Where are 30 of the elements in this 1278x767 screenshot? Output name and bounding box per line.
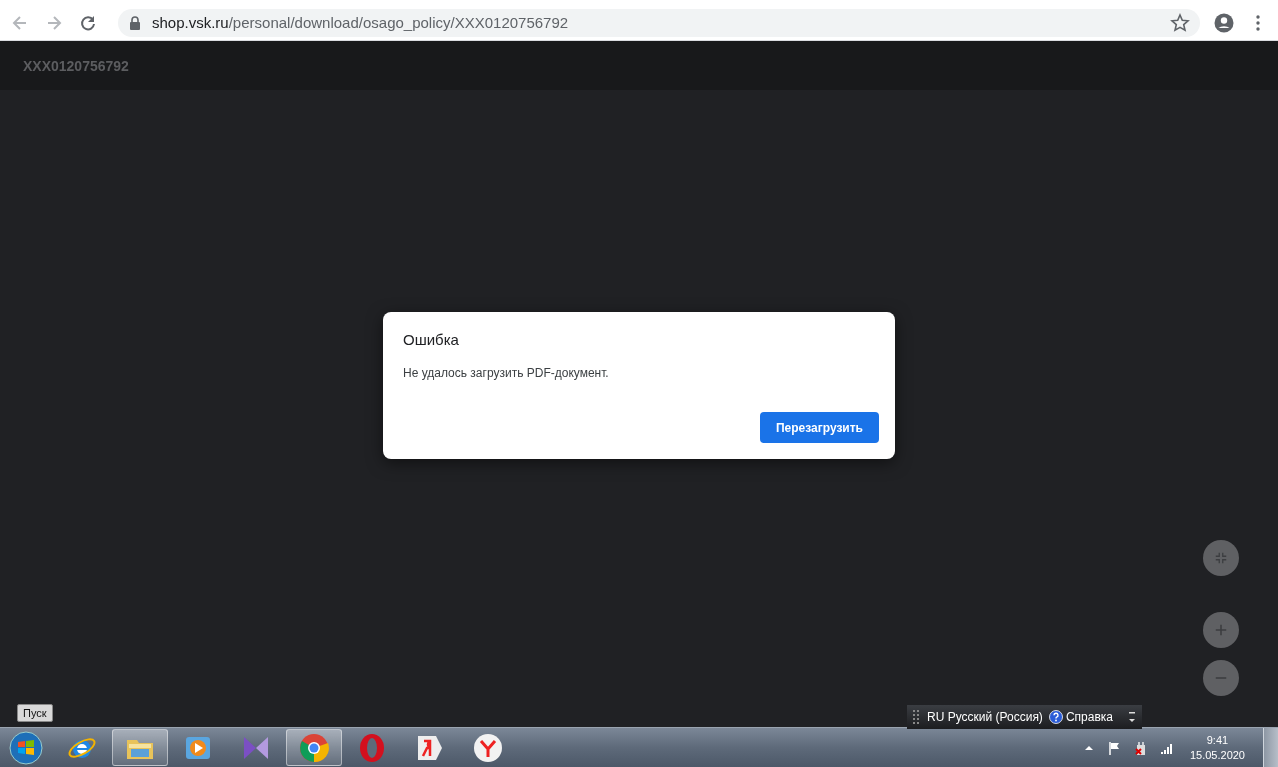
- lock-icon: [128, 15, 142, 30]
- zoom-out-button[interactable]: [1203, 660, 1239, 696]
- zoom-in-button[interactable]: [1203, 612, 1239, 648]
- dialog-title: Ошибка: [403, 331, 460, 348]
- flag-icon[interactable]: [1107, 740, 1122, 755]
- fit-icon: [1214, 551, 1228, 565]
- error-message: Не удалось загрузить PDF-документ.: [403, 366, 610, 380]
- chrome-icon: [299, 732, 329, 763]
- fit-to-page-button[interactable]: [1203, 540, 1239, 576]
- url-text: shop.vsk.ru/personal/download/osago_policy/XXX0120756792: [152, 14, 570, 31]
- clock-time: 9:41: [1206, 732, 1229, 748]
- taskbar-button[interactable]: [112, 729, 168, 766]
- start-tooltip: Пуск: [17, 704, 53, 722]
- address-bar[interactable]: shop.vsk.ru/personal/download/osago_policy/XXX0120756792: [118, 8, 1200, 37]
- help-icon[interactable]: [1048, 710, 1063, 724]
- clock-date: 15.05.2020: [1189, 747, 1245, 763]
- star-icon[interactable]: [1170, 12, 1190, 33]
- document-title: XXX0120756792: [23, 57, 129, 74]
- plus-icon: [1214, 623, 1228, 637]
- circle-y-icon: [473, 732, 503, 763]
- account-icon[interactable]: [1214, 12, 1234, 33]
- reload-button[interactable]: Перезагрузить: [759, 412, 879, 443]
- options-icon[interactable]: [1128, 710, 1136, 724]
- language-indicator[interactable]: RU Русский (Россия): [927, 710, 1043, 724]
- power-plug-icon[interactable]: [1133, 740, 1148, 755]
- help-label[interactable]: Справка: [1065, 710, 1113, 724]
- ring-icon: [357, 732, 387, 763]
- clock[interactable]: 9:41 15.05.2020: [1189, 732, 1245, 763]
- grip-icon[interactable]: [913, 710, 921, 724]
- taskbar-button[interactable]: [286, 729, 342, 766]
